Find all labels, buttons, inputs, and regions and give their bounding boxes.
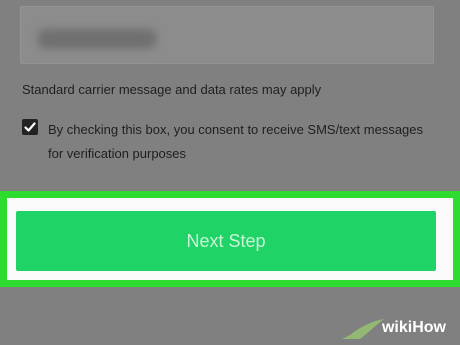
highlight-annotation: Next Step: [0, 191, 460, 287]
sms-consent-label: By checking this box, you consent to rec…: [48, 122, 424, 161]
leaf-logo-icon: [341, 319, 384, 339]
blurred-phone-number: [37, 29, 157, 49]
phone-number-field[interactable]: [20, 6, 434, 64]
carrier-rates-note: Standard carrier message and data rates …: [22, 82, 322, 97]
next-step-button[interactable]: Next Step: [16, 211, 436, 271]
sms-consent-checkbox[interactable]: [22, 119, 38, 135]
check-icon: [24, 122, 36, 132]
wikihow-watermark: wikiHow: [341, 315, 452, 341]
watermark-text: wikiHow: [381, 319, 446, 336]
